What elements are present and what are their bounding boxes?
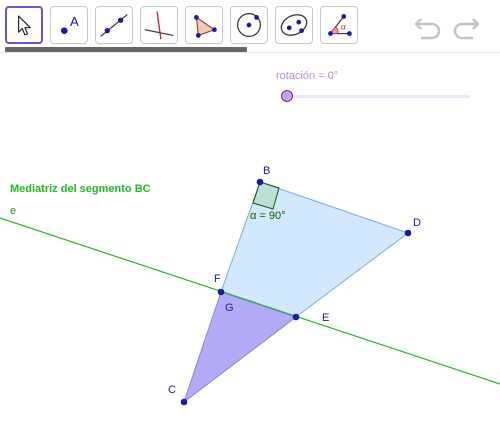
line-label-e: e — [10, 205, 17, 217]
circle-tool-button[interactable] — [230, 6, 268, 44]
undo-icon — [414, 18, 441, 40]
line-tool-button[interactable] — [95, 6, 133, 44]
angle-label: α = 90° — [250, 210, 286, 222]
point-f[interactable] — [217, 288, 225, 296]
angle-tool-button[interactable]: α — [320, 6, 358, 44]
quadrilateral-bdef[interactable] — [220, 181, 410, 318]
redo-button[interactable] — [450, 10, 482, 42]
circle-center-point-icon — [237, 13, 261, 37]
point-b[interactable] — [256, 178, 264, 186]
line-through-points-icon — [100, 14, 128, 37]
polygon-tool-button[interactable] — [185, 6, 223, 44]
point-e[interactable] — [292, 313, 300, 321]
arrow-cursor-icon — [18, 15, 31, 36]
point-label-c: C — [168, 384, 176, 396]
angle-icon: α — [328, 14, 352, 36]
rotation-slider-thumb[interactable] — [281, 90, 293, 102]
mediatriz-caption: Mediatriz del segmento BC — [10, 183, 151, 195]
point-c[interactable] — [180, 398, 188, 406]
point-a-icon: A — [60, 14, 79, 34]
slider-label: rotación = 0° — [276, 70, 339, 82]
ellipse-icon — [280, 14, 308, 36]
geometry-canvas[interactable] — [0, 53, 500, 430]
point-label-b: B — [263, 165, 271, 177]
point-tool-button[interactable]: A — [50, 6, 88, 44]
redo-icon — [453, 18, 480, 40]
perpendicular-line-tool-button[interactable] — [140, 6, 178, 44]
point-label-e: E — [322, 312, 330, 324]
point-label-f: F — [214, 273, 221, 285]
undo-button[interactable] — [412, 10, 444, 42]
point-label-g: G — [225, 302, 234, 314]
point-d[interactable] — [404, 229, 412, 237]
svg-text:α: α — [341, 22, 346, 32]
perpendicular-line-icon — [144, 11, 174, 40]
conic-tool-button[interactable] — [275, 6, 313, 44]
svg-text:A: A — [70, 14, 79, 29]
toolbar: A α — [0, 0, 500, 52]
point-label-d: D — [413, 217, 421, 229]
polygon-icon — [194, 15, 217, 38]
move-tool-button[interactable] — [5, 6, 43, 44]
rotation-slider-track[interactable] — [287, 95, 470, 98]
